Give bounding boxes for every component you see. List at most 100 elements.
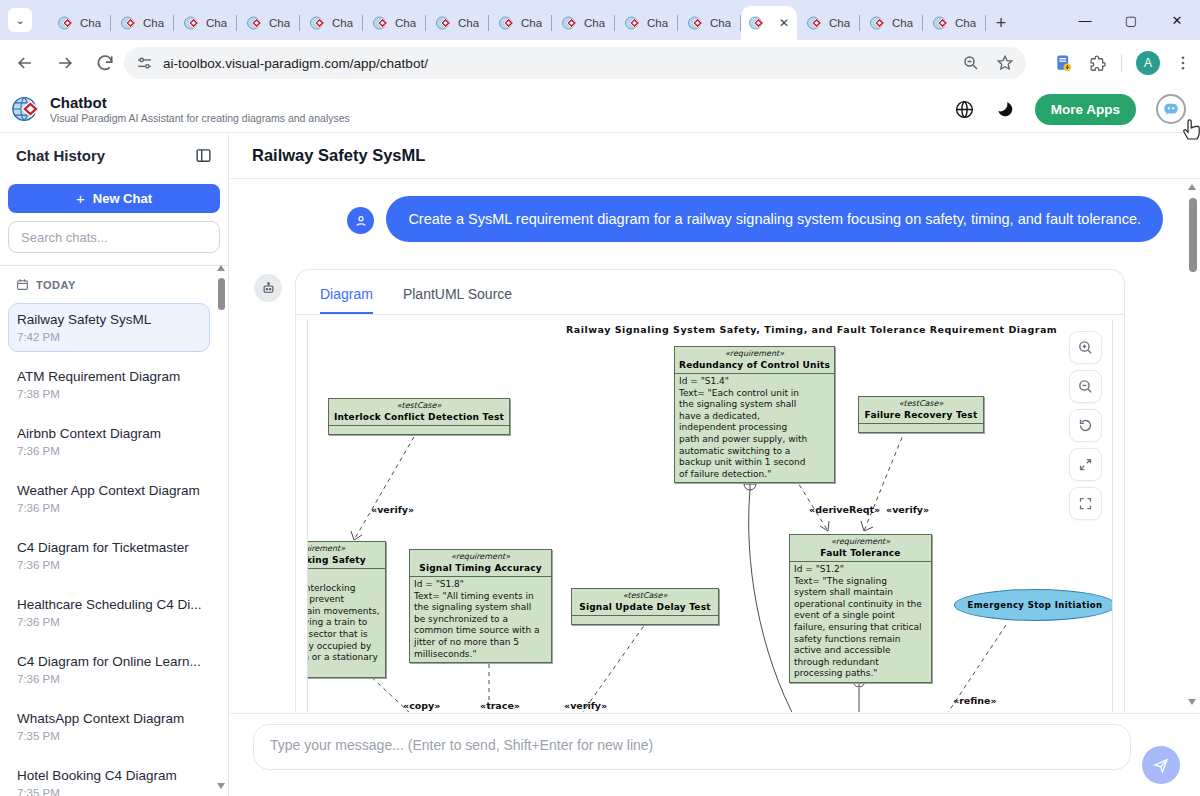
visual-paradigm-favicon: [562, 15, 578, 31]
conversation-title: Railway Safety SysML: [252, 146, 425, 165]
chat-history-item[interactable]: Weather App Context Diagram7:36 PM: [8, 474, 210, 523]
browser-tab[interactable]: Cha: [615, 6, 678, 40]
visual-paradigm-favicon: [247, 15, 263, 31]
sidebar: Chat History +New Chat Search chats... T…: [0, 133, 229, 796]
plus-icon: +: [76, 190, 85, 207]
toolbar-divider: [1121, 54, 1122, 72]
menu-dots-icon[interactable]: [1174, 54, 1192, 72]
new-tab-button[interactable]: +: [986, 6, 1016, 40]
chat-history-item[interactable]: Hotel Booking C4 Diagram7:35 PM: [8, 759, 210, 796]
browser-tab[interactable]: Cha: [237, 6, 300, 40]
diagram-box[interactable]: «testCase»Interlock Conflict Detection T…: [328, 398, 510, 435]
more-apps-button[interactable]: More Apps: [1035, 94, 1136, 125]
reset-view-button[interactable]: [1069, 409, 1102, 442]
chat-history-item[interactable]: C4 Diagram for Online Learn...7:36 PM: [8, 645, 210, 694]
chat-history-item[interactable]: Railway Safety SysML7:42 PM: [8, 303, 210, 352]
browser-tab[interactable]: Cha: [489, 6, 552, 40]
edge-label: «verify»: [886, 504, 929, 515]
app-subtitle: Visual Paradigm AI Assistant for creatin…: [50, 112, 350, 124]
reading-list-icon[interactable]: [1054, 53, 1074, 73]
edge-label: «verify»: [564, 700, 607, 711]
chat-scrollbar[interactable]: [1187, 184, 1199, 705]
diagram-box[interactable]: «requirement»Fault ToleranceId = "S1.2"T…: [789, 534, 932, 683]
application-window: ⌄ ChaChaChaChaChaChaChaChaChaChaCha✕ChaC…: [0, 0, 1200, 796]
visual-paradigm-favicon: [625, 15, 641, 31]
profile-avatar[interactable]: A: [1136, 51, 1160, 75]
tab-plantuml-source[interactable]: PlantUML Source: [403, 286, 512, 314]
diagram-viewport[interactable]: Railway Signaling System Safety, Timing,…: [307, 320, 1113, 712]
address-bar[interactable]: ai-toolbox.visual-paradigm.com/app/chatb…: [124, 47, 1026, 79]
chat-history-item[interactable]: C4 Diagram for Ticketmaster7:36 PM: [8, 531, 210, 580]
bot-response-card: Diagram PlantUML Source Railway Signalin…: [295, 269, 1125, 712]
chat-history-item[interactable]: ATM Requirement Diagram7:38 PM: [8, 360, 210, 409]
scroll-up-arrow[interactable]: [217, 265, 225, 271]
chat-scroll-down[interactable]: [1188, 699, 1196, 705]
close-button[interactable]: ✕: [1154, 0, 1200, 40]
scroll-thumb[interactable]: [218, 278, 225, 310]
browser-tab[interactable]: Cha: [860, 6, 923, 40]
diagram-ellipse-emergency-stop[interactable]: Emergency Stop Initiation: [954, 589, 1113, 621]
scroll-down-arrow[interactable]: [217, 783, 225, 789]
tab-diagram[interactable]: Diagram: [320, 286, 373, 314]
visual-paradigm-favicon: [310, 15, 326, 31]
diagram-box[interactable]: «requirement»Interlocking SafetyId = "S1…: [307, 541, 386, 678]
dark-mode-icon[interactable]: [995, 99, 1015, 119]
browser-tab[interactable]: Cha: [174, 6, 237, 40]
chat-history-heading: Chat History: [16, 147, 105, 164]
browser-tab[interactable]: Cha: [426, 6, 489, 40]
maximize-button[interactable]: ▢: [1108, 0, 1154, 40]
tab-close-icon[interactable]: ✕: [779, 17, 789, 29]
diagram-box[interactable]: «testCase»Failure Recovery Test: [858, 396, 984, 433]
browser-tab-active[interactable]: ✕: [741, 6, 797, 40]
fullscreen-button[interactable]: [1069, 487, 1102, 520]
calendar-icon: [16, 278, 29, 291]
diagram-box[interactable]: «testCase»Signal Update Delay Test: [571, 588, 719, 625]
sidebar-scrollbar[interactable]: [216, 265, 226, 789]
expand-button[interactable]: [1069, 448, 1102, 481]
chat-scroll-up[interactable]: [1188, 184, 1196, 190]
send-button[interactable]: [1142, 746, 1180, 784]
site-settings-icon[interactable]: [136, 55, 153, 72]
browser-tab[interactable]: Cha: [552, 6, 615, 40]
browser-tab[interactable]: Cha: [48, 6, 111, 40]
back-button[interactable]: [8, 46, 42, 80]
chat-scroll-thumb[interactable]: [1189, 198, 1197, 272]
collapse-sidebar-icon[interactable]: [195, 147, 212, 164]
visual-paradigm-favicon: [749, 15, 765, 31]
search-chats-input[interactable]: Search chats...: [8, 221, 220, 253]
visual-paradigm-favicon: [373, 15, 389, 31]
minimize-button[interactable]: —: [1062, 0, 1108, 40]
url-text[interactable]: ai-toolbox.visual-paradigm.com/app/chatb…: [163, 56, 962, 71]
visual-paradigm-favicon: [807, 15, 823, 31]
chat-area: Create a SysML requirement diagram for a…: [230, 180, 1200, 712]
visual-paradigm-favicon: [870, 15, 886, 31]
browser-tab[interactable]: Cha: [678, 6, 741, 40]
chat-history-item[interactable]: Airbnb Context Diagram7:36 PM: [8, 417, 210, 466]
visual-paradigm-favicon: [184, 15, 200, 31]
forward-button[interactable]: [48, 46, 82, 80]
edge-label: «deriveReqt»: [809, 504, 880, 515]
diagram-box[interactable]: «requirement»Redundancy of Control Units…: [674, 346, 835, 483]
zoom-icon[interactable]: [962, 54, 980, 72]
reload-button[interactable]: [88, 46, 122, 80]
chat-history-item[interactable]: WhatsApp Context Diagram7:35 PM: [8, 702, 210, 751]
language-globe-icon[interactable]: [954, 99, 975, 120]
browser-tab[interactable]: Cha: [923, 6, 986, 40]
app-title: Chatbot: [50, 94, 350, 111]
diagram-box[interactable]: «requirement»Signal Timing AccuracyId = …: [409, 549, 552, 663]
browser-tab[interactable]: Cha: [300, 6, 363, 40]
zoom-out-button[interactable]: [1069, 370, 1102, 403]
extensions-icon[interactable]: [1088, 54, 1107, 73]
zoom-in-button[interactable]: [1069, 331, 1102, 364]
bookmark-star-icon[interactable]: [996, 54, 1014, 72]
browser-tab[interactable]: Cha: [797, 6, 860, 40]
browser-tab[interactable]: Cha: [111, 6, 174, 40]
window-controls: — ▢ ✕: [1062, 0, 1200, 40]
message-input[interactable]: Type your message... (Enter to send, Shi…: [253, 724, 1131, 770]
new-chat-button[interactable]: +New Chat: [8, 184, 220, 213]
visual-paradigm-logo: [12, 95, 40, 123]
edge-label: «trace»: [480, 700, 520, 711]
chat-history-item[interactable]: Healthcare Scheduling C4 Di...7:36 PM: [8, 588, 210, 637]
tab-search-button[interactable]: ⌄: [8, 8, 32, 32]
browser-tab[interactable]: Cha: [363, 6, 426, 40]
